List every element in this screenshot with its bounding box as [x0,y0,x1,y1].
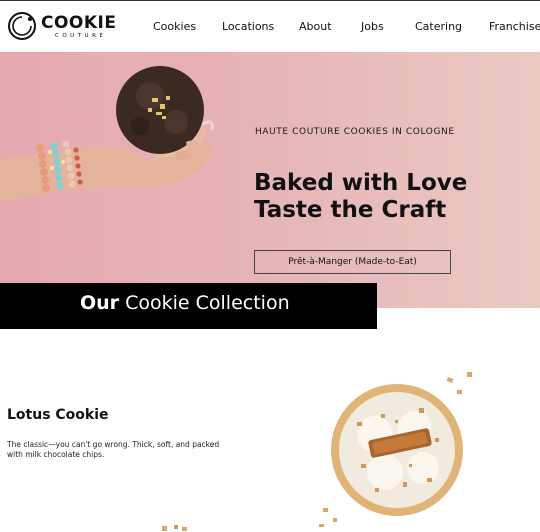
crumbs-bottom [162,525,187,531]
collection-title-rest: Cookie Collection [125,292,290,314]
hero-section: HAUTE COUTURE COOKIES IN COLOGNE Baked w… [0,52,540,308]
site-header: COOKIE COUTURE Cookies Locations About J… [0,0,540,52]
product-description: The classic—you can't go wrong. Thick, s… [7,440,220,459]
nav-item-jobs[interactable]: Jobs [361,20,384,33]
brand-name: COOKIE [41,13,117,33]
logo-cookie-icon [8,12,36,40]
collection-title-strong: Our [80,292,120,314]
nav-item-catering[interactable]: Catering [415,20,462,33]
product-name: Lotus Cookie [7,407,109,423]
brand-logo[interactable]: COOKIE COUTURE [7,11,117,43]
nav-item-cookies[interactable]: Cookies [153,20,196,33]
nav-item-franchise[interactable]: Franchise [489,20,540,33]
hero-title-line2: Taste the Craft [254,197,447,223]
pret-a-manger-button[interactable]: Prêt-à-Manger (Made-to-Eat) [254,250,451,274]
lotus-cookie-image[interactable] [315,368,480,532]
hero-title-line1: Baked with Love [254,170,468,196]
collection-title: Our Cookie Collection [80,292,290,314]
hero-title: Baked with Love Taste the Craft [254,170,467,224]
nav-item-locations[interactable]: Locations [222,20,274,33]
hero-eyebrow: HAUTE COUTURE COOKIES IN COLOGNE [255,127,455,137]
brand-tagline: COUTURE [55,33,107,39]
collection-banner: Our Cookie Collection [0,283,377,329]
nav-item-about[interactable]: About [299,20,332,33]
hand-holding-cookie-image [0,66,214,202]
